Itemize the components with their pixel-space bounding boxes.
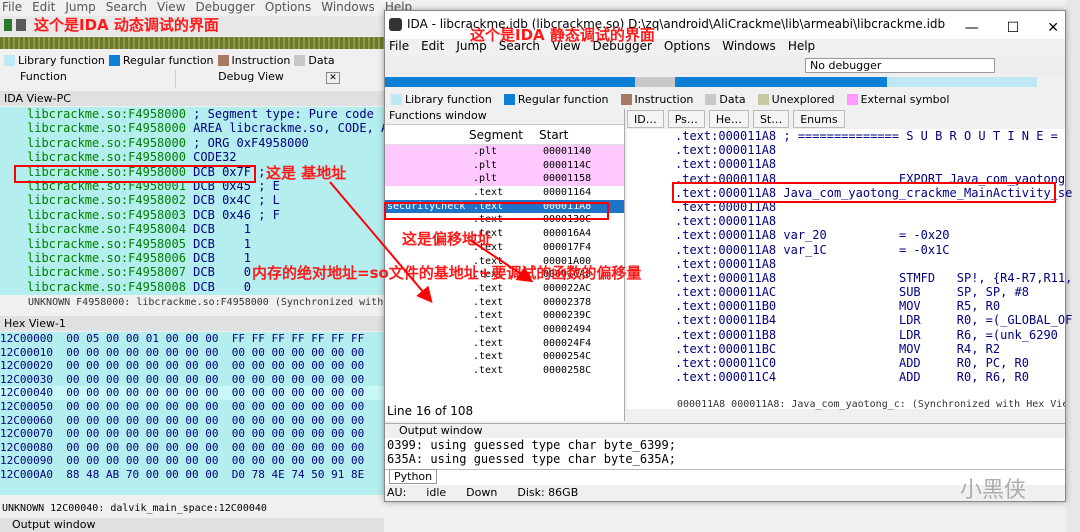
arrow-base bbox=[329, 181, 433, 304]
arrow-offset bbox=[469, 239, 534, 283]
watermark: 小黑侠 bbox=[960, 478, 1027, 503]
annotation-arrows bbox=[329, 181, 534, 304]
